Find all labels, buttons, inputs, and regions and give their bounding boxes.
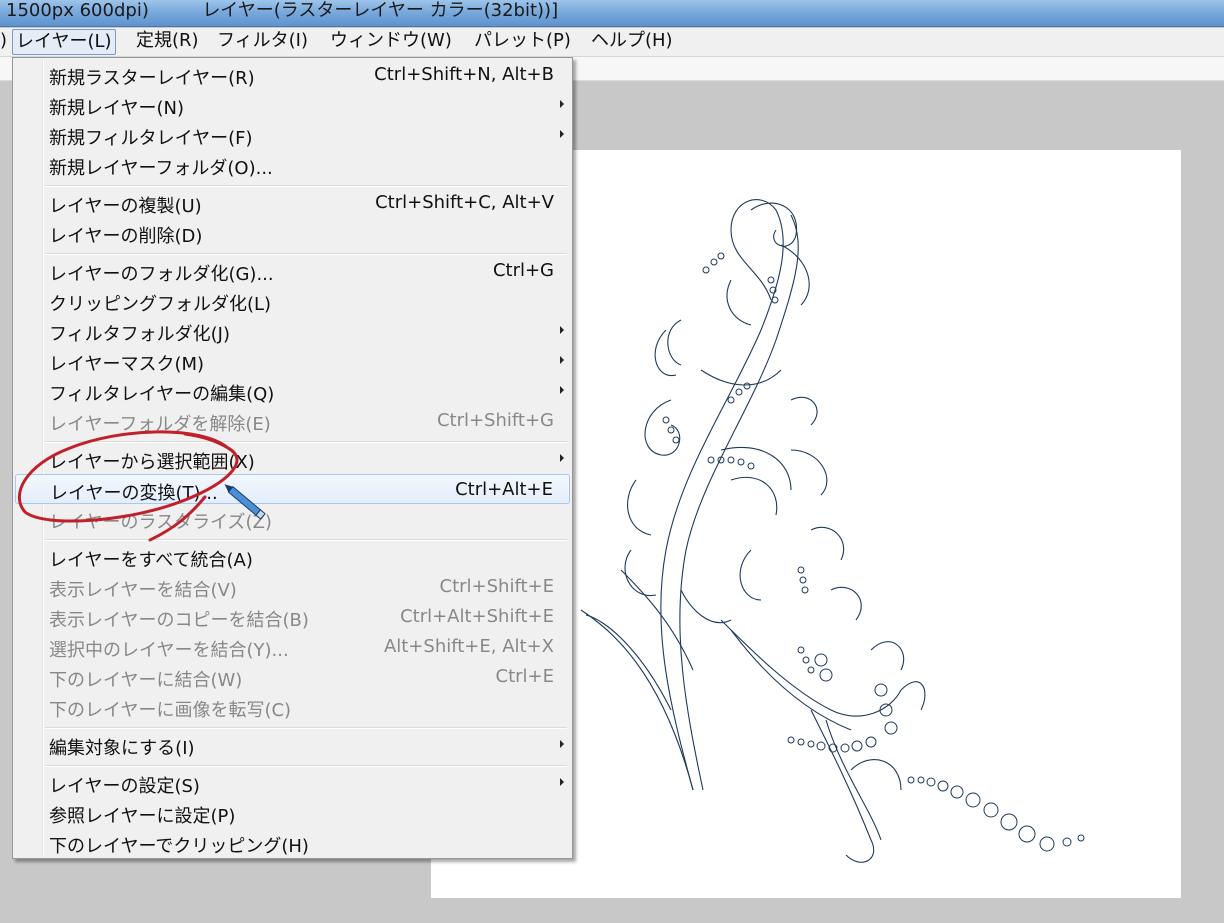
menu-item-clipping-folder[interactable]: クリッピングフォルダ化(L)	[15, 286, 570, 316]
menu-item-transfer-down: 下のレイヤーに画像を転写(C)	[49, 700, 292, 721]
menu-item-layer-settings[interactable]: レイヤーの設定(S)	[15, 768, 570, 798]
menu-item-merge-down: 下のレイヤーに結合(W) Ctrl+E	[49, 666, 554, 691]
layer-dropdown-menu: 新規ラスターレイヤー(R) Ctrl+Shift+N, Alt+B 新規レイヤー…	[12, 57, 573, 859]
submenu-arrow-icon	[560, 778, 564, 786]
menu-separator	[45, 253, 567, 255]
menu-separator	[45, 539, 567, 541]
submenu-arrow-icon	[560, 130, 564, 138]
menu-item-duplicate-layer[interactable]: レイヤーの複製(U) Ctrl+Shift+C, Alt+V	[15, 188, 570, 218]
window-title-bar: 1500px 600dpi) レイヤー(ラスターレイヤー カラー(32bit))…	[0, 0, 1224, 27]
title-document-info: 1500px 600dpi)	[6, 0, 149, 21]
menu-palette[interactable]: パレット(P)	[471, 29, 574, 53]
menu-item-new-raster-layer[interactable]: 新規ラスターレイヤー(R) Ctrl+Shift+N, Alt+B	[15, 60, 570, 90]
menubar-edge-text: )	[0, 30, 8, 51]
menu-item-merge-visible: 表示レイヤーを結合(V) Ctrl+Shift+E	[49, 576, 554, 601]
menu-separator	[45, 185, 567, 187]
menu-separator	[45, 441, 567, 443]
menu-item-filter-folder[interactable]: フィルタフォルダ化(J)	[15, 316, 570, 346]
menu-item-release-folder: レイヤーフォルダを解除(E) Ctrl+Shift+G	[49, 410, 554, 435]
menu-item-merge-selected: 選択中のレイヤーを結合(Y)... Alt+Shift+E, Alt+X	[49, 636, 554, 661]
menu-separator	[45, 727, 567, 729]
menu-filter[interactable]: フィルタ(I)	[214, 29, 311, 53]
menu-bar: ) レイヤー(L) 定規(R) フィルタ(I) ウィンドウ(W) パレット(P)…	[0, 28, 1224, 57]
submenu-arrow-icon	[560, 100, 564, 108]
menu-item-layer-mask[interactable]: レイヤーマスク(M)	[15, 346, 570, 376]
menu-item-set-reference-layer[interactable]: 参照レイヤーに設定(P)	[15, 798, 570, 828]
menu-separator	[45, 765, 567, 767]
menu-item-new-filter-layer[interactable]: 新規フィルタレイヤー(F)	[15, 120, 570, 150]
menu-item-convert-layer[interactable]: レイヤーの変換(T)... Ctrl+Alt+E	[15, 474, 570, 504]
menu-item-new-layer-folder[interactable]: 新規レイヤーフォルダ(O)...	[15, 150, 570, 180]
submenu-arrow-icon	[560, 356, 564, 364]
menu-help[interactable]: ヘルプ(H)	[588, 29, 676, 53]
submenu-arrow-icon	[560, 326, 564, 334]
submenu-arrow-icon	[560, 740, 564, 748]
menu-window[interactable]: ウィンドウ(W)	[327, 29, 455, 53]
menu-item-rasterize-layer: レイヤーのラスタライズ(Z)	[49, 512, 272, 533]
menu-item-delete-layer[interactable]: レイヤーの削除(D)	[15, 218, 570, 248]
menu-item-new-layer[interactable]: 新規レイヤー(N)	[15, 90, 570, 120]
title-layer-info: レイヤー(ラスターレイヤー カラー(32bit))]	[202, 0, 559, 21]
menu-item-convert-to-folder[interactable]: レイヤーのフォルダ化(G)... Ctrl+G	[15, 256, 570, 286]
menu-item-edit-filter-layer[interactable]: フィルタレイヤーの編集(Q)	[15, 376, 570, 406]
menu-item-set-edit-target[interactable]: 編集対象にする(I)	[15, 730, 570, 760]
menu-ruler[interactable]: 定規(R)	[133, 29, 202, 53]
menu-item-merge-visible-copy: 表示レイヤーのコピーを結合(B) Ctrl+Alt+Shift+E	[49, 606, 554, 631]
submenu-arrow-icon	[560, 386, 564, 394]
submenu-arrow-icon	[560, 454, 564, 462]
menu-item-merge-all[interactable]: レイヤーをすべて統合(A)	[15, 542, 570, 572]
menu-layer[interactable]: レイヤー(L)	[12, 29, 116, 55]
menu-item-clip-to-layer-below[interactable]: 下のレイヤーでクリッピング(H)	[15, 828, 570, 858]
menu-item-selection-from-layer[interactable]: レイヤーから選択範囲(X)	[15, 444, 570, 474]
